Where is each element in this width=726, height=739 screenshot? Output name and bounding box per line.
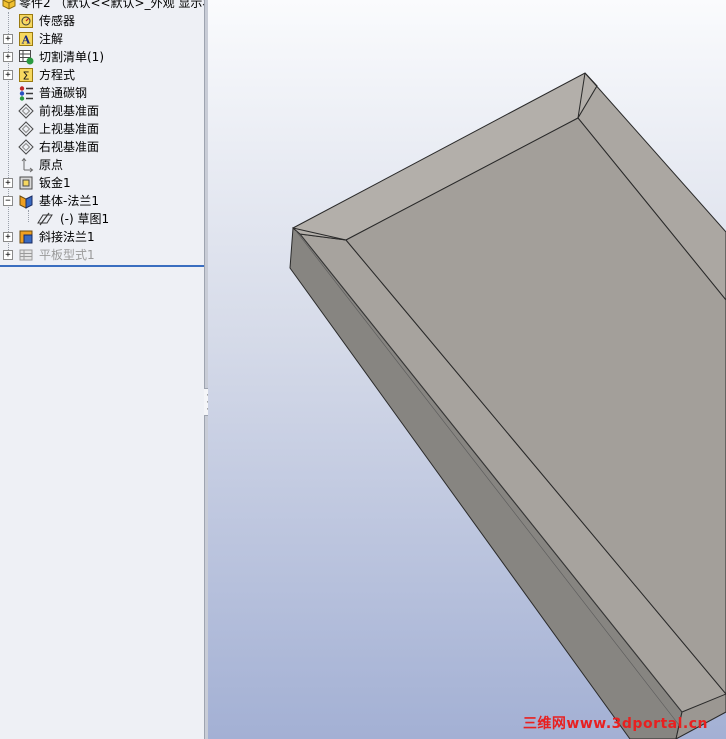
tree-item-label: 方程式 bbox=[39, 68, 76, 82]
rollback-bar[interactable] bbox=[0, 265, 204, 267]
part-icon bbox=[2, 0, 16, 10]
tree-item-miter-flange[interactable]: + 斜接法兰1 bbox=[0, 228, 204, 246]
tree-item-sensors[interactable]: 传感器 bbox=[0, 12, 204, 30]
tree-root-row[interactable]: 零件2 （默认<<默认>_外观 显示状 bbox=[0, 0, 204, 12]
cut-list-icon bbox=[19, 50, 34, 65]
flat-pattern-icon bbox=[19, 249, 33, 261]
annotation-icon: A bbox=[19, 32, 33, 47]
expand-toggle[interactable]: + bbox=[3, 70, 13, 80]
tree-item-label: 前视基准面 bbox=[39, 104, 100, 118]
tree-item-sheet-metal[interactable]: + 钣金1 bbox=[0, 174, 204, 192]
tree-item-label: 原点 bbox=[39, 158, 64, 172]
tree-item-origin[interactable]: 原点 bbox=[0, 156, 204, 174]
sketch-icon bbox=[37, 212, 53, 226]
equation-icon: Σ bbox=[19, 68, 33, 83]
tree-item-label: 右视基准面 bbox=[39, 140, 100, 154]
sheet-metal-part-model bbox=[289, 72, 726, 739]
tree-item-top-plane[interactable]: 上视基准面 bbox=[0, 120, 204, 138]
tree-item-annotations[interactable]: + A 注解 bbox=[0, 30, 204, 48]
tree-item-equations[interactable]: + Σ 方程式 bbox=[0, 66, 204, 84]
tree-item-label: 钣金1 bbox=[39, 176, 71, 190]
svg-text:A: A bbox=[21, 34, 31, 47]
plane-icon bbox=[18, 139, 34, 155]
expand-toggle[interactable]: + bbox=[3, 178, 13, 188]
svg-text:Σ: Σ bbox=[23, 70, 30, 83]
tree-item-label: 平板型式1 bbox=[39, 248, 95, 262]
graphics-viewport[interactable]: 三维网www.3dportal.cn bbox=[208, 0, 726, 739]
tree-item-base-flange[interactable]: − 基体-法兰1 bbox=[0, 192, 204, 210]
watermark-text: 三维网www.3dportal.cn bbox=[522, 716, 708, 732]
tree-item-label: 斜接法兰1 bbox=[39, 230, 95, 244]
sheet-metal-icon bbox=[19, 176, 33, 190]
tree-item-sketch[interactable]: (-) 草图1 bbox=[0, 210, 204, 228]
feature-manager-tree: 零件2 （默认<<默认>_外观 显示状 传感器 + A 注解 + 切割清单(1) bbox=[0, 0, 204, 739]
expand-toggle[interactable]: + bbox=[3, 232, 13, 242]
plane-icon bbox=[18, 103, 34, 119]
tree-root-label: 零件2 （默认<<默认>_外观 显示状 bbox=[19, 0, 204, 10]
expand-toggle[interactable]: + bbox=[3, 250, 13, 260]
tree-item-right-plane[interactable]: 右视基准面 bbox=[0, 138, 204, 156]
expand-toggle[interactable]: + bbox=[3, 34, 13, 44]
expand-toggle[interactable]: + bbox=[3, 52, 13, 62]
base-flange-icon bbox=[19, 195, 33, 209]
collapse-toggle[interactable]: − bbox=[3, 196, 13, 206]
origin-icon bbox=[21, 157, 34, 173]
tree-item-label: (-) 草图1 bbox=[60, 212, 110, 226]
sensor-icon bbox=[19, 14, 33, 28]
tree-item-label: 上视基准面 bbox=[39, 122, 100, 136]
tree-item-cut-list[interactable]: + 切割清单(1) bbox=[0, 48, 204, 66]
material-icon bbox=[19, 86, 33, 101]
tree-item-front-plane[interactable]: 前视基准面 bbox=[0, 102, 204, 120]
tree-item-label: 注解 bbox=[39, 32, 64, 46]
tree-item-label: 普通碳钢 bbox=[39, 86, 88, 100]
tree-item-label: 传感器 bbox=[39, 14, 76, 28]
plane-icon bbox=[18, 121, 34, 137]
tree-item-flat-pattern[interactable]: + 平板型式1 bbox=[0, 246, 204, 264]
miter-flange-icon bbox=[19, 230, 33, 244]
tree-item-material[interactable]: 普通碳钢 bbox=[0, 84, 204, 102]
tree-item-label: 切割清单(1) bbox=[39, 50, 104, 64]
tree-item-label: 基体-法兰1 bbox=[39, 194, 99, 208]
